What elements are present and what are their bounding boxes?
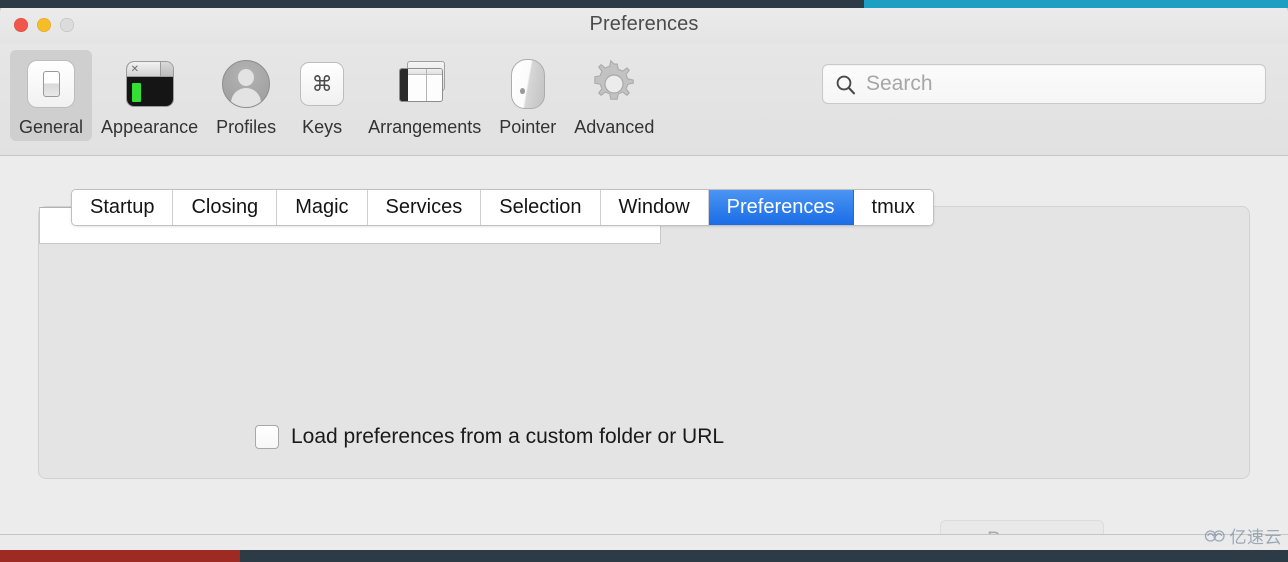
desktop-bottom-strip [0, 550, 1288, 562]
tab-tmux[interactable]: tmux [853, 190, 933, 225]
settings-panel: Load preferences from a custom folder or… [38, 206, 1250, 534]
watermark-text: 亿速云 [1229, 528, 1282, 547]
toolbar-label-appearance: Appearance [101, 117, 199, 137]
tab-closing[interactable]: Closing [173, 190, 278, 225]
desktop-top-strip [0, 0, 1288, 8]
tab-window[interactable]: Window [600, 190, 709, 225]
gear-icon [586, 56, 642, 112]
toolbar-item-profiles[interactable]: Profiles [207, 50, 285, 141]
general-icon [23, 56, 79, 112]
load-prefs-label: Load preferences from a custom folder or… [291, 425, 725, 448]
search-input[interactable] [866, 72, 1253, 96]
toolbar-item-arrangements[interactable]: Arrangements [359, 50, 490, 141]
toolbar-label-arrangements: Arrangements [368, 117, 482, 137]
window-title: Preferences [589, 13, 699, 35]
toolbar-item-advanced[interactable]: Advanced [565, 50, 663, 141]
tab-selection[interactable]: Selection [481, 190, 601, 225]
load-prefs-checkbox[interactable] [255, 425, 279, 449]
desktop-strip-red-segment [0, 550, 240, 562]
toolbar-item-keys[interactable]: ⌘ Keys [285, 50, 359, 141]
browse-button[interactable]: Browse [940, 520, 1104, 534]
tab-startup[interactable]: Startup [72, 190, 174, 225]
settings-tab-bar: Startup Closing Magic Services Selection… [71, 189, 934, 226]
toolbar-label-general: General [19, 117, 84, 137]
toolbar-item-general[interactable]: General [10, 50, 93, 141]
desktop-strip-cyan-segment [864, 0, 1288, 8]
terminal-icon: ✕ [122, 56, 178, 112]
tab-preferences[interactable]: Preferences [708, 190, 854, 225]
preferences-toolbar: General ✕ Appearance Profiles ⌘ Keys Arr… [0, 44, 1288, 156]
window-titlebar: Preferences [0, 4, 1288, 44]
toolbar-label-pointer: Pointer [499, 117, 557, 137]
search-icon [836, 75, 856, 94]
tab-magic[interactable]: Magic [277, 190, 368, 225]
toolbar-label-profiles: Profiles [216, 117, 277, 137]
screen: Preferences General ✕ Appearance Profile… [0, 0, 1288, 562]
tab-services[interactable]: Services [367, 190, 482, 225]
watermark: 亿速云 [1204, 523, 1283, 548]
windows-icon [397, 56, 453, 112]
preferences-content: Load preferences from a custom folder or… [0, 156, 1288, 534]
preferences-window: Preferences General ✕ Appearance Profile… [0, 4, 1288, 534]
toolbar-label-keys: Keys [302, 117, 343, 137]
toolbar-item-appearance[interactable]: ✕ Appearance [92, 50, 207, 141]
mouse-icon [500, 56, 556, 112]
toolbar-item-pointer[interactable]: Pointer [490, 50, 565, 141]
search-field[interactable] [822, 64, 1266, 104]
load-prefs-row[interactable]: Load preferences from a custom folder or… [255, 425, 724, 449]
cloud-logo-icon [1204, 529, 1225, 542]
command-key-icon: ⌘ [294, 56, 350, 112]
user-icon [218, 56, 274, 112]
toolbar-label-advanced: Advanced [574, 117, 655, 137]
